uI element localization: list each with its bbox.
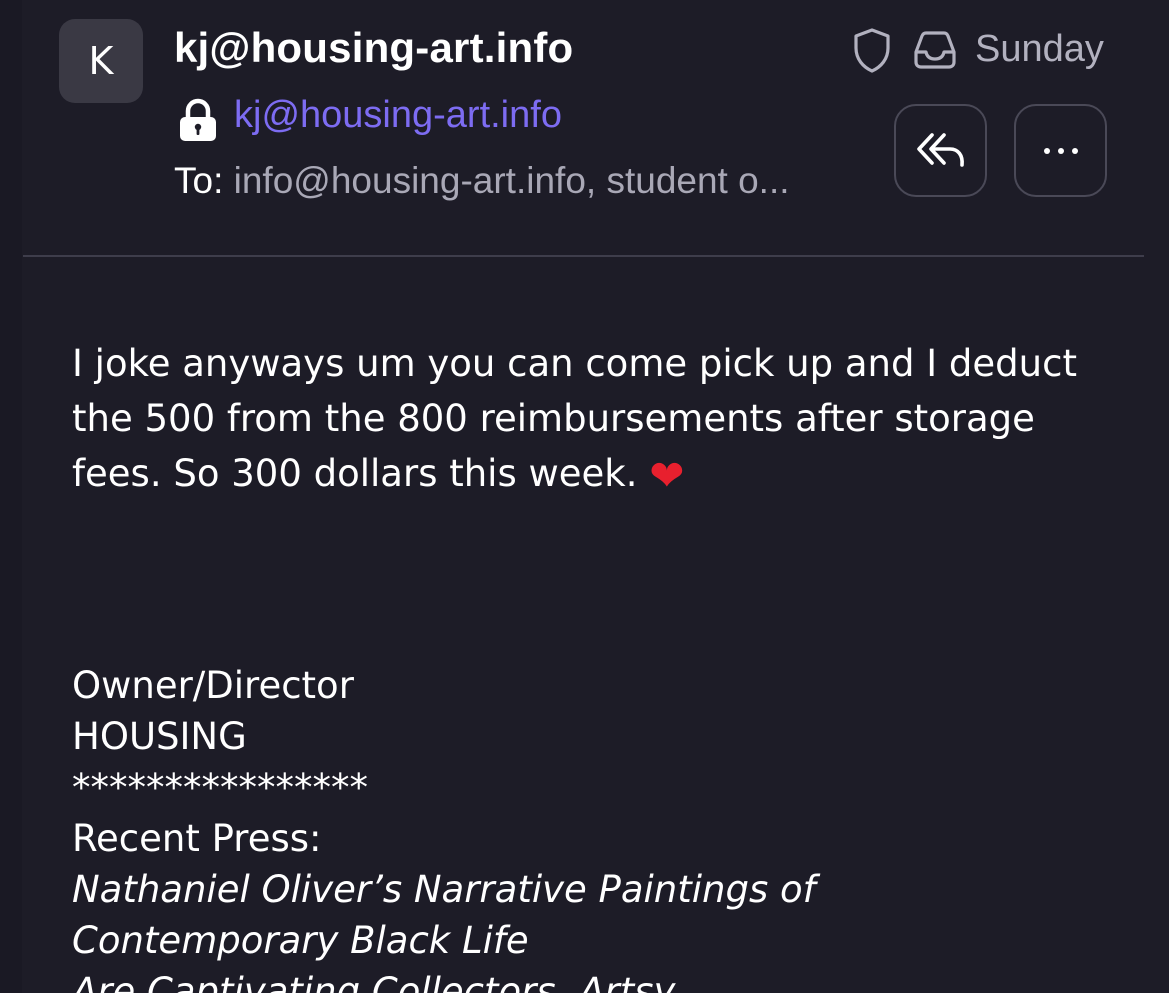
signature-company: HOUSING [72, 715, 247, 758]
press-article-line-1[interactable]: Nathaniel Oliver’s Narrative Paintings o… [72, 864, 1132, 915]
recipients-list[interactable]: info@housing-art.info, student o... [223, 160, 790, 201]
sender-name[interactable]: kj@housing-art.info [174, 24, 573, 72]
reply-all-button[interactable] [894, 104, 987, 197]
more-icon [1043, 147, 1078, 154]
sender-avatar[interactable]: K [59, 19, 143, 103]
email-signature: Owner/Director HOUSING **************** … [72, 660, 1132, 993]
more-button[interactable] [1014, 104, 1107, 197]
email-view: K kj@housing-art.info kj@housing-art.inf… [0, 0, 1169, 993]
to-label: To: [174, 160, 224, 201]
press-article-line-2[interactable]: Contemporary Black Life [72, 915, 1132, 966]
shield-icon[interactable] [852, 27, 892, 73]
signature-title: Owner/Director [72, 664, 354, 707]
press-label: Recent Press: [72, 817, 322, 860]
reply-all-icon [916, 132, 964, 167]
press-article-line-3[interactable]: Are Captivating Collectors, Artsy [72, 966, 1132, 993]
lock-icon [180, 98, 216, 141]
message-date: Sunday [975, 28, 1104, 70]
header-divider [23, 255, 1144, 257]
left-edge [0, 0, 22, 993]
message-body: I joke anyways um you can come pick up a… [72, 336, 1132, 503]
sender-email-link[interactable]: kj@housing-art.info [234, 94, 562, 137]
heart-emoji: ❤ [649, 451, 685, 500]
message-text: I joke anyways um you can come pick up a… [72, 342, 1077, 495]
signature-separator: **************** [72, 766, 368, 809]
recipients-line[interactable]: To: info@housing-art.info, student o... [174, 160, 790, 202]
inbox-icon[interactable] [912, 30, 958, 70]
